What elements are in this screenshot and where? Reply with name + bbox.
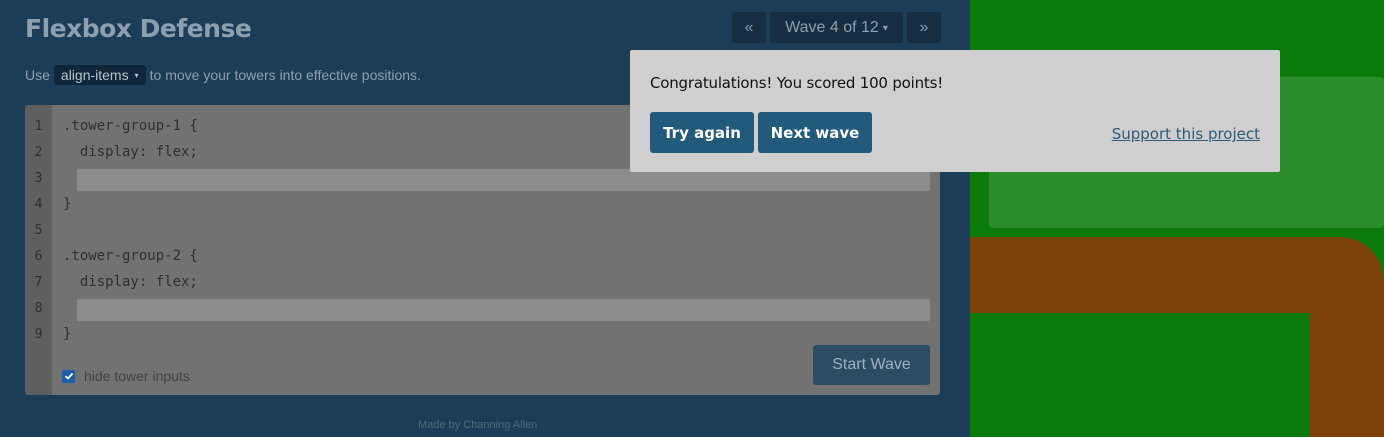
line-number: 3 (34, 171, 43, 186)
grass-area (970, 313, 1310, 437)
result-message: Congratulations! You scored 100 points! (650, 74, 944, 92)
enemy-road-vertical (1310, 280, 1384, 437)
instructions: Use align-items ▾ to move your towers in… (25, 65, 421, 85)
line-number-gutter: 1 2 3 4 5 6 7 8 9 (25, 105, 52, 395)
line-number: 4 (34, 197, 43, 212)
wave-selector-label: Wave 4 of 12 (785, 18, 879, 36)
code-line: display: flex; (63, 274, 198, 290)
caret-down-icon: ▾ (882, 22, 888, 34)
tower-group-2-input[interactable] (77, 299, 930, 321)
hide-tower-inputs-toggle[interactable]: hide tower inputs (62, 368, 190, 384)
property-selector-label: align-items (60, 67, 129, 83)
instructions-prefix: Use (25, 67, 50, 83)
code-line: } (63, 326, 72, 342)
line-number: 8 (34, 301, 43, 316)
checkmark-icon (64, 372, 73, 380)
hide-tower-inputs-label: hide tower inputs (84, 368, 190, 384)
try-again-button[interactable]: Try again (650, 112, 754, 153)
line-number: 9 (34, 327, 43, 342)
app-title: Flexbox Defense (25, 14, 252, 43)
wave-navigation: « Wave 4 of 12 ▾ » (732, 12, 941, 43)
result-modal: Congratulations! You scored 100 points! … (630, 50, 1280, 172)
next-wave-button[interactable]: Next wave (758, 112, 872, 153)
previous-wave-button[interactable]: « (732, 12, 766, 43)
wave-selector[interactable]: Wave 4 of 12 ▾ (770, 12, 903, 43)
code-line: .tower-group-2 { (63, 248, 198, 264)
line-number: 6 (34, 249, 43, 264)
property-selector[interactable]: align-items ▾ (53, 65, 146, 85)
caret-down-icon: ▾ (134, 70, 139, 80)
tower-group-1-input[interactable] (77, 169, 930, 191)
line-number: 5 (34, 223, 43, 238)
start-wave-button[interactable]: Start Wave (813, 345, 930, 385)
credit-text: Made by Channing Allen (418, 419, 538, 431)
line-number: 7 (34, 275, 43, 290)
instructions-suffix: to move your towers into effective posit… (149, 67, 421, 83)
code-line: } (63, 196, 72, 212)
code-line: display: flex; (63, 144, 198, 160)
code-line: .tower-group-1 { (63, 118, 198, 134)
line-number: 2 (34, 145, 43, 160)
next-wave-nav-button[interactable]: » (907, 12, 941, 43)
support-project-link[interactable]: Support this project (1112, 125, 1260, 143)
line-number: 1 (34, 119, 43, 134)
checkbox[interactable] (62, 369, 75, 383)
